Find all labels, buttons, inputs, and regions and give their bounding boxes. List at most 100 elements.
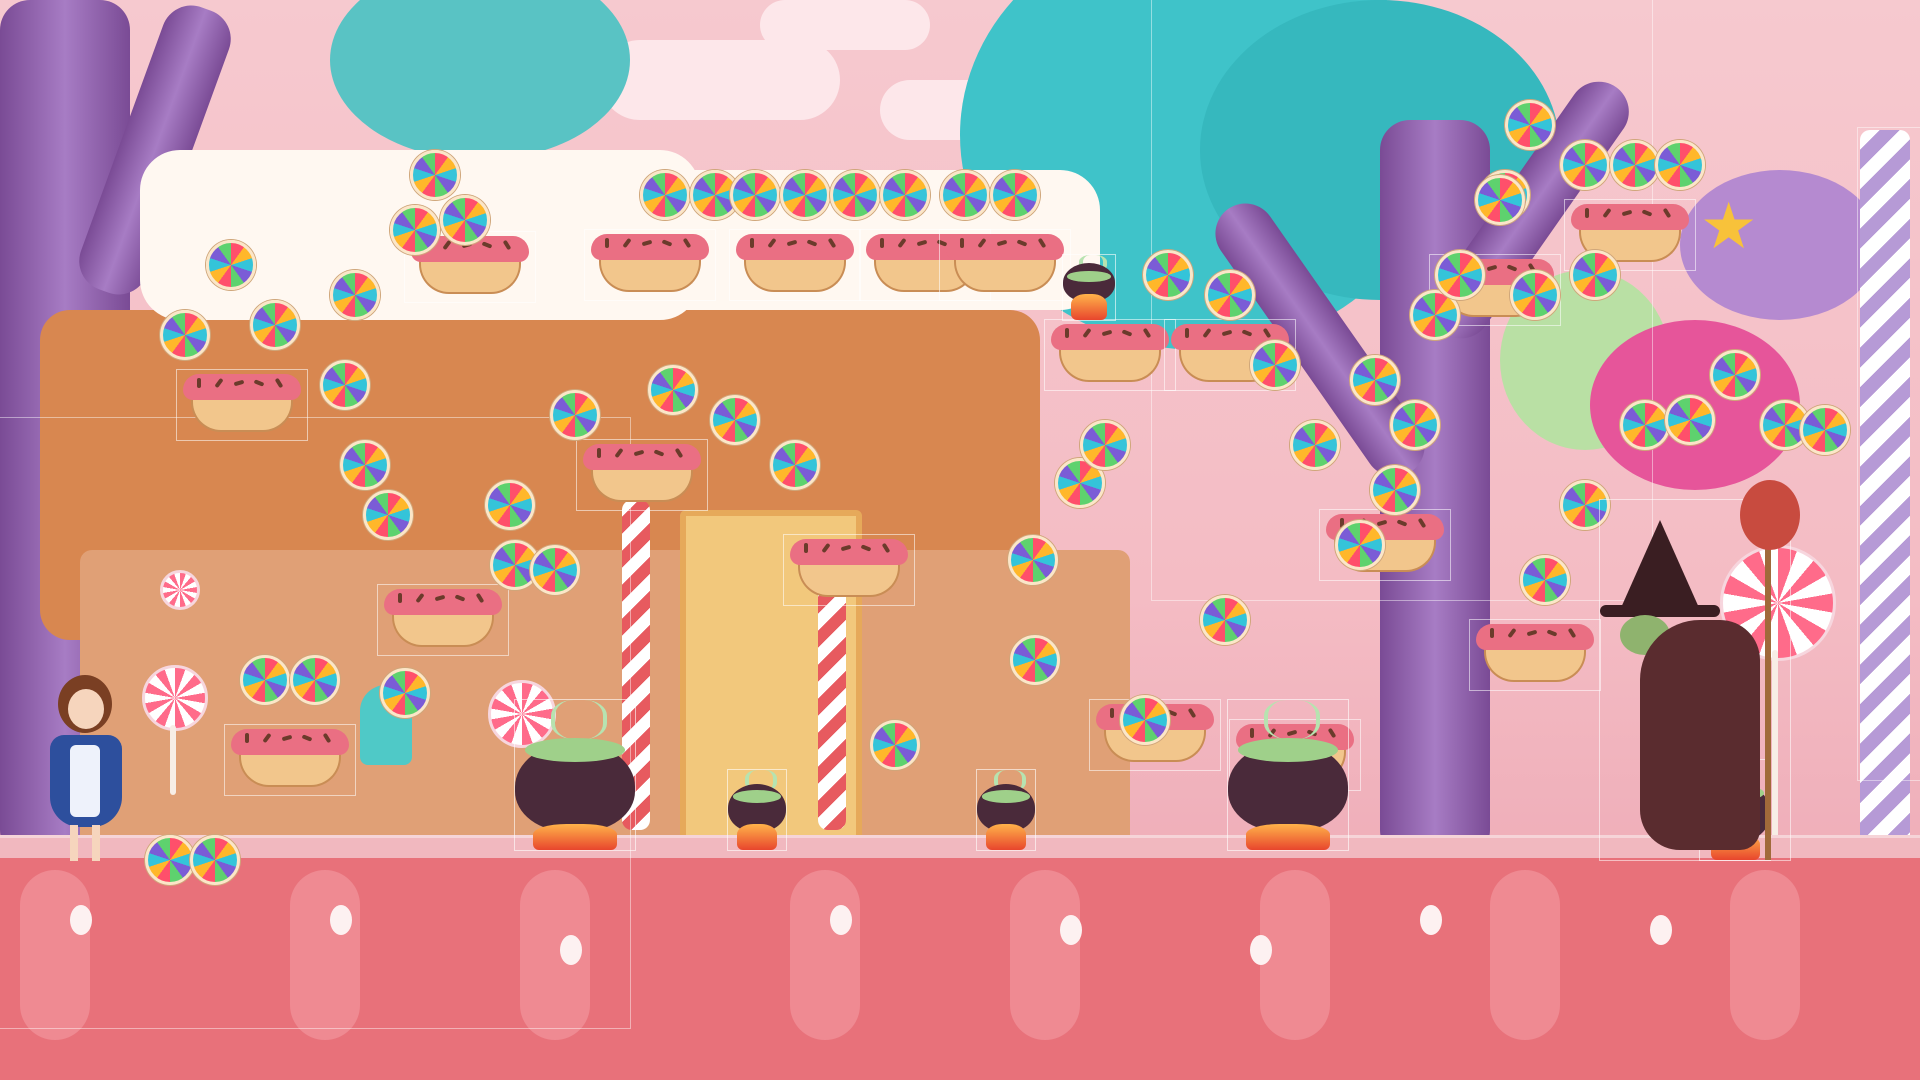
cake-platform[interactable] <box>584 229 716 301</box>
rainbow-lollipop-coin-icon[interactable] <box>830 170 880 220</box>
rainbow-lollipop-coin-icon[interactable] <box>1143 250 1193 300</box>
sprinkle <box>1490 628 1494 638</box>
rainbow-lollipop-coin-icon[interactable] <box>290 655 340 705</box>
broom-icon <box>1765 500 1771 860</box>
cloud <box>760 0 930 50</box>
cake-platform[interactable] <box>729 229 861 301</box>
rainbow-lollipop-coin-icon[interactable] <box>240 655 290 705</box>
rainbow-lollipop-coin-icon[interactable] <box>1010 635 1060 685</box>
rainbow-lollipop-coin-icon[interactable] <box>990 170 1040 220</box>
cauldron-icon[interactable] <box>1227 699 1349 851</box>
sprinkle <box>1110 708 1114 718</box>
rainbow-lollipop-coin-icon[interactable] <box>340 440 390 490</box>
rainbow-lollipop-coin-icon[interactable] <box>145 835 195 885</box>
rainbow-lollipop-coin-icon[interactable] <box>1250 340 1300 390</box>
icing-drip <box>1730 870 1800 1040</box>
candy-cane-pillar <box>818 580 846 830</box>
collider-outline <box>1227 699 1349 851</box>
rainbow-lollipop-coin-icon[interactable] <box>1665 395 1715 445</box>
rainbow-lollipop-coin-icon[interactable] <box>206 240 256 290</box>
rainbow-lollipop-coin-icon[interactable] <box>710 395 760 445</box>
rainbow-lollipop-coin-icon[interactable] <box>730 170 780 220</box>
rainbow-lollipop-coin-icon[interactable] <box>1570 250 1620 300</box>
rainbow-lollipop-coin-icon[interactable] <box>1800 405 1850 455</box>
rainbow-lollipop-coin-icon[interactable] <box>550 390 600 440</box>
rainbow-lollipop-coin-icon[interactable] <box>410 150 460 200</box>
collider-outline <box>1857 127 1920 781</box>
rainbow-lollipop-coin-icon[interactable] <box>1390 400 1440 450</box>
player-girl[interactable] <box>40 675 130 865</box>
rainbow-lollipop-coin-icon[interactable] <box>390 205 440 255</box>
rainbow-lollipop-coin-icon[interactable] <box>1620 400 1670 450</box>
cake-platform[interactable] <box>224 724 356 796</box>
cauldron-icon[interactable] <box>727 769 787 851</box>
rainbow-lollipop-coin-icon[interactable] <box>770 440 820 490</box>
rainbow-lollipop-coin-icon[interactable] <box>1350 355 1400 405</box>
rainbow-lollipop-coin-icon[interactable] <box>530 545 580 595</box>
rainbow-lollipop-coin-icon[interactable] <box>190 835 240 885</box>
rainbow-lollipop-coin-icon[interactable] <box>440 195 490 245</box>
sprinkle <box>398 593 402 603</box>
rainbow-lollipop-coin-icon[interactable] <box>1080 420 1130 470</box>
icing-drip <box>1010 870 1080 1040</box>
rainbow-lollipop-coin-icon[interactable] <box>1335 520 1385 570</box>
witch-hat-brim-icon <box>1600 605 1720 617</box>
rainbow-lollipop-coin-icon[interactable] <box>380 668 430 718</box>
witch-hat-icon <box>1620 520 1700 610</box>
rainbow-lollipop-coin-icon[interactable] <box>1475 175 1525 225</box>
cauldron-icon[interactable] <box>1062 254 1116 321</box>
rainbow-lollipop-coin-icon[interactable] <box>870 720 920 770</box>
cake-platform[interactable] <box>176 369 308 441</box>
cauldron-icon[interactable] <box>514 699 636 851</box>
cake-platform[interactable] <box>1044 319 1176 391</box>
rainbow-lollipop-coin-icon[interactable] <box>1655 140 1705 190</box>
rainbow-lollipop-coin-icon[interactable] <box>1505 100 1555 150</box>
cloud <box>600 40 840 120</box>
sprinkle <box>197 378 201 388</box>
collider-outline <box>514 699 636 851</box>
rainbow-lollipop-coin-icon[interactable] <box>363 490 413 540</box>
rainbow-lollipop-coin-icon[interactable] <box>1205 270 1255 320</box>
rainbow-lollipop-coin-icon[interactable] <box>1560 140 1610 190</box>
rainbow-lollipop-coin-icon[interactable] <box>648 365 698 415</box>
cake-platform[interactable] <box>576 439 708 511</box>
rainbow-lollipop-coin-icon[interactable] <box>1200 595 1250 645</box>
rainbow-lollipop-coin-icon[interactable] <box>1610 140 1660 190</box>
rainbow-lollipop-coin-icon[interactable] <box>1370 465 1420 515</box>
game-scene: ★ <box>0 0 1920 1080</box>
rainbow-lollipop-coin-icon[interactable] <box>780 170 830 220</box>
smiling-star-icon: ★ <box>1700 190 1758 264</box>
sugar-drop <box>830 905 852 935</box>
sprinkle <box>880 238 884 248</box>
cauldron-icon[interactable] <box>976 769 1036 851</box>
icing-drip <box>1490 870 1560 1040</box>
rainbow-lollipop-coin-icon[interactable] <box>1710 350 1760 400</box>
cake-platform[interactable] <box>1469 619 1601 691</box>
rainbow-lollipop-coin-icon[interactable] <box>250 300 300 350</box>
rainbow-lollipop-coin-icon[interactable] <box>1510 270 1560 320</box>
sprinkle <box>750 238 754 248</box>
rainbow-lollipop-coin-icon[interactable] <box>1290 420 1340 470</box>
witch-cloak-icon <box>1640 620 1760 850</box>
rainbow-lollipop-coin-icon[interactable] <box>485 480 535 530</box>
rainbow-lollipop-coin-icon[interactable] <box>160 310 210 360</box>
rainbow-lollipop-coin-icon[interactable] <box>1520 555 1570 605</box>
enemy-witch[interactable] <box>1599 480 1800 861</box>
rainbow-lollipop-coin-icon[interactable] <box>1008 535 1058 585</box>
rainbow-lollipop-coin-icon[interactable] <box>940 170 990 220</box>
collider-outline <box>976 769 1036 851</box>
cake-platform[interactable] <box>783 534 915 606</box>
cake-platform[interactable] <box>377 584 509 656</box>
sugar-drop <box>1250 935 1272 965</box>
rainbow-lollipop-coin-icon[interactable] <box>330 270 380 320</box>
sprinkle <box>1185 328 1189 338</box>
cake-platform[interactable] <box>939 229 1071 301</box>
girl-face-icon <box>68 689 104 729</box>
rainbow-lollipop-coin-icon[interactable] <box>880 170 930 220</box>
sugar-drop <box>1420 905 1442 935</box>
rainbow-lollipop-coin-icon[interactable] <box>320 360 370 410</box>
rainbow-lollipop-coin-icon[interactable] <box>1120 695 1170 745</box>
sprinkle <box>1585 208 1589 218</box>
rainbow-lollipop-coin-icon[interactable] <box>1435 250 1485 300</box>
rainbow-lollipop-coin-icon[interactable] <box>640 170 690 220</box>
